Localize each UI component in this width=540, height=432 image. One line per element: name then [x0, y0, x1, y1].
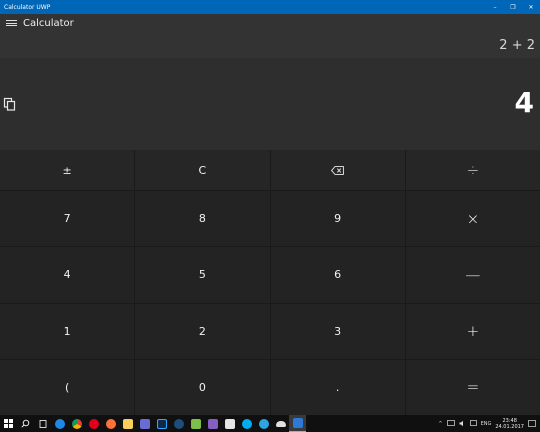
key-0[interactable]: 0	[135, 359, 270, 415]
key-9[interactable]: 9	[270, 191, 405, 247]
equals-button[interactable]: =	[405, 359, 540, 415]
expression-area: 2 + 2	[0, 32, 540, 58]
divide-button[interactable]: ÷	[405, 150, 540, 190]
task-view-icon	[39, 419, 46, 428]
multiply-button[interactable]: ×	[405, 191, 540, 247]
app-bar: Calculator	[0, 14, 540, 32]
action-center-icon[interactable]	[469, 420, 477, 427]
firefox-icon	[105, 418, 116, 429]
tray-overflow-button[interactable]: ^	[438, 421, 442, 427]
keypad: ± C ÷ 7 8 9 × 4 5 6 — 1 2 3 + ( 0 . =	[0, 150, 540, 415]
add-button[interactable]: +	[405, 303, 540, 359]
copy-icon[interactable]	[3, 97, 17, 111]
network-icon[interactable]	[446, 420, 455, 427]
volume-icon[interactable]	[459, 420, 466, 427]
system-tray: ^ ENG 23:48 24.01.2017	[438, 415, 540, 432]
folder-icon	[122, 418, 133, 429]
clear-button[interactable]: C	[135, 150, 270, 190]
key-1[interactable]: 1	[0, 303, 135, 359]
telegram-icon	[258, 418, 269, 429]
telegram-app[interactable]	[255, 415, 272, 432]
expression-display: 2 + 2	[499, 38, 535, 53]
app-name: Calculator	[23, 17, 74, 29]
steam-icon	[173, 418, 184, 429]
calculator-app[interactable]	[289, 415, 306, 432]
minimize-button[interactable]: –	[486, 0, 504, 14]
opera-app[interactable]	[85, 415, 102, 432]
steam-app[interactable]	[170, 415, 187, 432]
close-button[interactable]: ✕	[522, 0, 540, 14]
visual-studio-icon	[207, 418, 218, 429]
firefox-app[interactable]	[102, 415, 119, 432]
subtract-button[interactable]: —	[405, 247, 540, 303]
photoshop-app[interactable]	[153, 415, 170, 432]
clock-date: 24.01.2017	[495, 423, 524, 430]
task-view-button[interactable]	[34, 415, 51, 432]
decimal-button[interactable]: .	[270, 359, 405, 415]
notepad-icon	[190, 418, 201, 429]
chrome-app[interactable]	[68, 415, 85, 432]
search-icon	[21, 419, 30, 428]
search-button[interactable]	[17, 415, 34, 432]
skype-icon	[241, 418, 252, 429]
calculator-icon	[292, 418, 303, 428]
key-6[interactable]: 6	[270, 247, 405, 303]
key-3[interactable]: 3	[270, 303, 405, 359]
hamburger-menu-icon[interactable]	[1, 14, 21, 32]
result-area: 4	[0, 58, 540, 150]
skype-app[interactable]	[238, 415, 255, 432]
visual-studio-app[interactable]	[204, 415, 221, 432]
key-5[interactable]: 5	[135, 247, 270, 303]
floppy-disk-icon	[139, 418, 150, 429]
backspace-button[interactable]	[270, 150, 405, 190]
key-7[interactable]: 7	[0, 191, 135, 247]
notepad-app[interactable]	[187, 415, 204, 432]
open-paren-button[interactable]: (	[0, 359, 135, 415]
notifications-icon[interactable]	[528, 419, 536, 428]
restore-button[interactable]: ❐	[504, 0, 522, 14]
photoshop-icon	[156, 418, 167, 429]
chrome-icon	[71, 418, 82, 429]
result-display: 4	[514, 86, 534, 119]
plus-minus-button[interactable]: ±	[0, 150, 135, 190]
language-indicator[interactable]: ENG	[481, 421, 492, 427]
start-button[interactable]	[0, 415, 17, 432]
window-title-bar: Calculator UWP – ❐ ✕	[0, 0, 540, 14]
file-explorer-app[interactable]	[119, 415, 136, 432]
key-4[interactable]: 4	[0, 247, 135, 303]
clock[interactable]: 23:48 24.01.2017	[495, 418, 524, 430]
save-app[interactable]	[136, 415, 153, 432]
key-8[interactable]: 8	[135, 191, 270, 247]
onedrive-app[interactable]	[272, 415, 289, 432]
edge-app[interactable]	[51, 415, 68, 432]
key-2[interactable]: 2	[135, 303, 270, 359]
window-title: Calculator UWP	[4, 3, 51, 11]
store-app[interactable]	[221, 415, 238, 432]
cloud-icon	[275, 420, 286, 427]
taskbar: ^ ENG 23:48 24.01.2017	[0, 415, 540, 432]
edge-icon	[54, 418, 65, 429]
opera-icon	[88, 418, 99, 429]
backspace-icon	[331, 165, 344, 175]
windows-logo-icon	[4, 419, 13, 428]
store-icon	[224, 418, 235, 429]
